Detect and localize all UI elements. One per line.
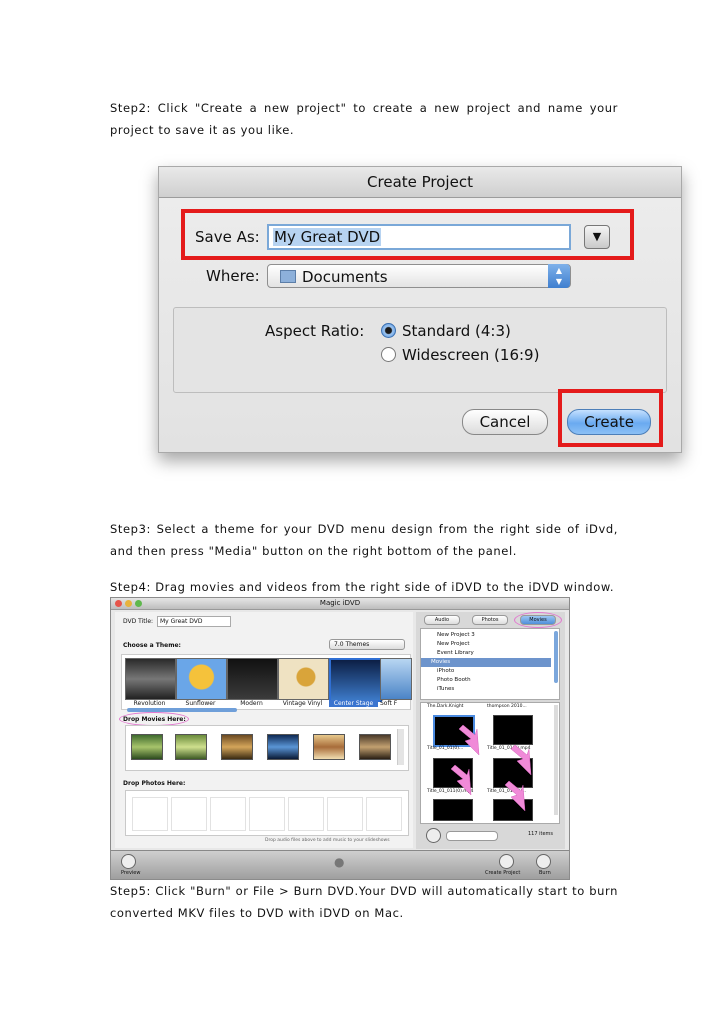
apple-logo-icon: ●: [334, 855, 345, 869]
photo-slot[interactable]: [288, 797, 324, 831]
source-item[interactable]: Photo Booth: [437, 677, 471, 683]
drag-arrows: [450, 724, 532, 812]
source-item[interactable]: Event Library: [437, 650, 474, 656]
burn-icon[interactable]: [536, 854, 551, 869]
photo-slot[interactable]: [132, 797, 168, 831]
source-item[interactable]: New Project 3: [437, 632, 475, 638]
idvd-window: Magic iDVD DVD Title: My Great DVD Choos…: [110, 597, 570, 880]
drag-arrow-icon: [510, 744, 532, 776]
drop-audio-hint: Drop audio files above to add music to y…: [265, 838, 390, 843]
photo-slot[interactable]: [210, 797, 246, 831]
theme-thumb-center-stage[interactable]: [329, 658, 382, 702]
movie-thumb[interactable]: [221, 734, 253, 760]
dvd-title-value: My Great DVD: [160, 618, 203, 625]
step2-paragraph: Step2: Click "Create a new project" to c…: [110, 97, 618, 141]
radio-unselected-icon: [381, 347, 396, 362]
photo-slot[interactable]: [171, 797, 207, 831]
movies-tab-highlight: [514, 612, 562, 628]
play-preview-icon[interactable]: [426, 828, 441, 843]
folder-icon: [280, 270, 296, 283]
create-highlight: [558, 389, 663, 447]
theme-label-vintage-vinyl: Vintage Vinyl: [282, 700, 323, 707]
drag-arrow-icon: [458, 724, 480, 756]
where-value: Documents: [302, 268, 388, 286]
step4-paragraph: Step4: Drag movies and videos from the r…: [110, 576, 618, 598]
drop-movies-highlight: [119, 712, 189, 726]
source-item[interactable]: New Project: [437, 641, 470, 647]
create-project-label: Create Project: [485, 870, 521, 876]
theme-version-value: 7.0 Themes: [334, 641, 370, 648]
movie-zone-scrollbar[interactable]: [397, 729, 404, 765]
tab-photos[interactable]: Photos: [472, 615, 508, 625]
theme-label-sunflower: Sunflower: [185, 700, 216, 707]
movie-thumb[interactable]: [175, 734, 207, 760]
aspect-widescreen-option[interactable]: Widescreen (16:9): [381, 346, 539, 364]
source-item[interactable]: iPhoto: [437, 668, 454, 674]
movie-browser: The.Dark.Knight thompson 2010... Title_0…: [420, 702, 560, 824]
cancel-button[interactable]: Cancel: [462, 409, 548, 435]
movie-search-field[interactable]: [446, 831, 498, 841]
drag-arrow-icon: [450, 764, 472, 796]
preview-icon[interactable]: [121, 854, 136, 869]
close-window-icon[interactable]: [115, 600, 122, 607]
photo-slot[interactable]: [366, 797, 402, 831]
dvd-title-label: DVD Title:: [123, 618, 154, 625]
step4-text: Step4: Drag movies and videos from the r…: [110, 580, 615, 594]
aspect-widescreen-label: Widescreen (16:9): [402, 346, 540, 364]
stepper-icon: ▲ ▼: [548, 264, 570, 288]
movie-thumb[interactable]: [131, 734, 163, 760]
source-item-movies[interactable]: Movies: [431, 659, 450, 665]
step5-text: Step5: Click "Burn" or File > Burn DVD.Y…: [110, 884, 618, 920]
where-label: Where:: [206, 267, 260, 285]
step2-text: Step2: Click "Create a new project" to c…: [110, 101, 618, 137]
create-project-dialog: Create Project Save As: My Great DVD ▼ W…: [158, 166, 682, 453]
drop-photos-label: Drop Photos Here:: [123, 780, 186, 787]
minimize-window-icon[interactable]: [125, 600, 132, 607]
idvd-window-title: Magic iDVD: [111, 598, 569, 610]
aspect-standard-option[interactable]: Standard (4:3): [381, 322, 511, 340]
step3-paragraph: Step3: Select a theme for your DVD menu …: [110, 518, 618, 562]
photo-drop-zone[interactable]: [125, 790, 409, 836]
theme-label-center-stage: Center Stage: [329, 700, 378, 707]
movie-thumb[interactable]: [313, 734, 345, 760]
item-count: 117 items: [528, 831, 554, 837]
dvd-title-field[interactable]: My Great DVD: [157, 616, 231, 627]
choose-theme-label: Choose a Theme:: [123, 642, 181, 649]
where-popup[interactable]: Documents ▲ ▼: [267, 264, 571, 288]
photo-slot[interactable]: [327, 797, 363, 831]
idvd-left-pane: DVD Title: My Great DVD Choose a Theme: …: [115, 612, 413, 848]
dialog-title: Create Project: [159, 167, 681, 198]
movie-thumb[interactable]: [267, 734, 299, 760]
theme-thumb-vintage-vinyl[interactable]: [278, 658, 329, 700]
tab-audio[interactable]: Audio: [424, 615, 460, 625]
step3-text: Step3: Select a theme for your DVD menu …: [110, 522, 618, 558]
theme-label-soft: Soft F: [380, 700, 398, 707]
drag-arrow-icon: [504, 780, 526, 812]
photo-slot[interactable]: [249, 797, 285, 831]
preview-label: Preview: [121, 870, 141, 876]
theme-version-popup[interactable]: 7.0 Themes: [329, 639, 405, 650]
source-item[interactable]: iTunes: [437, 686, 454, 692]
movie-thumb[interactable]: [359, 734, 391, 760]
theme-thumb-modern[interactable]: [227, 658, 278, 700]
idvd-toolbar: Preview ● Create Project Burn: [111, 850, 569, 879]
aspect-ratio-label: Aspect Ratio:: [265, 322, 365, 340]
theme-thumb-revolution[interactable]: [125, 658, 176, 700]
save-as-highlight: [181, 209, 634, 260]
create-project-icon[interactable]: [499, 854, 514, 869]
theme-thumb-sunflower[interactable]: [176, 658, 227, 700]
source-scrollbar[interactable]: [554, 631, 558, 683]
aspect-standard-label: Standard (4:3): [402, 322, 511, 340]
idvd-media-pane: Audio Photos Movies New Project 3 New Pr…: [416, 612, 565, 849]
radio-selected-icon: [381, 323, 396, 338]
theme-label-revolution: Revolution: [133, 700, 166, 707]
source-list: New Project 3 New Project Event Library …: [420, 628, 560, 700]
theme-label-modern: Modern: [240, 700, 263, 707]
theme-thumb-soft[interactable]: [380, 658, 412, 700]
step5-paragraph: Step5: Click "Burn" or File > Burn DVD.Y…: [110, 880, 618, 924]
zoom-window-icon[interactable]: [135, 600, 142, 607]
burn-label: Burn: [539, 870, 551, 876]
